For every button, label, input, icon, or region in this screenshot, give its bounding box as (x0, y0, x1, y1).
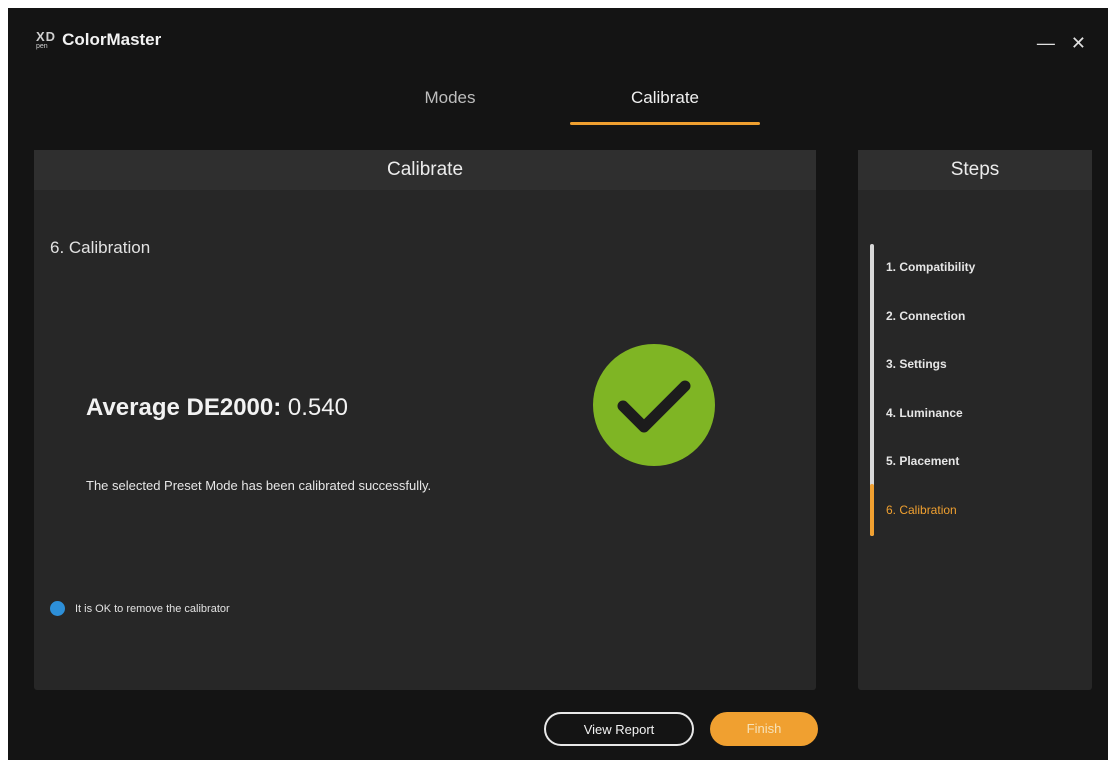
step-calibration: 6. Calibration (886, 502, 957, 517)
app-logo: XD pen ColorMaster (36, 30, 161, 50)
main-tabs: Modes Calibrate (8, 88, 1108, 130)
minimize-icon[interactable]: — (1037, 34, 1055, 52)
active-tab-indicator (570, 122, 760, 125)
success-message: The selected Preset Mode has been calibr… (86, 478, 432, 493)
tab-modes[interactable]: Modes (400, 88, 500, 124)
app-title: ColorMaster (62, 30, 162, 49)
result-value: 0.540 (287, 394, 348, 421)
step-compatibility: 1. Compatibility (886, 260, 976, 274)
view-report-button[interactable]: View Report (544, 712, 694, 746)
tab-calibrate[interactable]: Calibrate (570, 88, 760, 124)
colormaster-window: XD pen ColorMaster — ✕ Modes Calibrate C… (8, 8, 1108, 760)
window-controls: — ✕ (1037, 34, 1086, 52)
info-icon (50, 601, 65, 616)
steps-panel: Steps 1. Compatibility 2. Connection 3. … (858, 150, 1092, 690)
info-text: It is OK to remove the calibrator (75, 602, 230, 615)
close-icon[interactable]: ✕ (1071, 34, 1086, 52)
step-luminance: 4. Luminance (886, 405, 963, 420)
result-label: Average DE2000: (86, 394, 282, 421)
logo-top-text: XD (36, 29, 57, 44)
steps-list: 1. Compatibility 2. Connection 3. Settin… (886, 260, 975, 551)
steps-progress-active (870, 484, 874, 536)
finish-button[interactable]: Finish (710, 712, 818, 746)
steps-panel-header: Steps (858, 150, 1092, 190)
xdpen-logo-icon: XD pen (36, 30, 56, 50)
success-check-icon (593, 344, 715, 466)
calibrate-panel-header: Calibrate (34, 150, 816, 190)
step-connection: 2. Connection (886, 308, 966, 323)
logo-bottom-text: pen (36, 43, 48, 50)
average-de2000-result: Average DE2000: 0.540 (86, 394, 348, 422)
step-settings: 3. Settings (886, 357, 947, 371)
calibrate-panel: Calibrate 6. Calibration Average DE2000:… (34, 150, 816, 690)
step-placement: 5. Placement (886, 454, 960, 468)
section-title: 6. Calibration (50, 238, 151, 257)
info-notice: It is OK to remove the calibrator (50, 601, 230, 616)
